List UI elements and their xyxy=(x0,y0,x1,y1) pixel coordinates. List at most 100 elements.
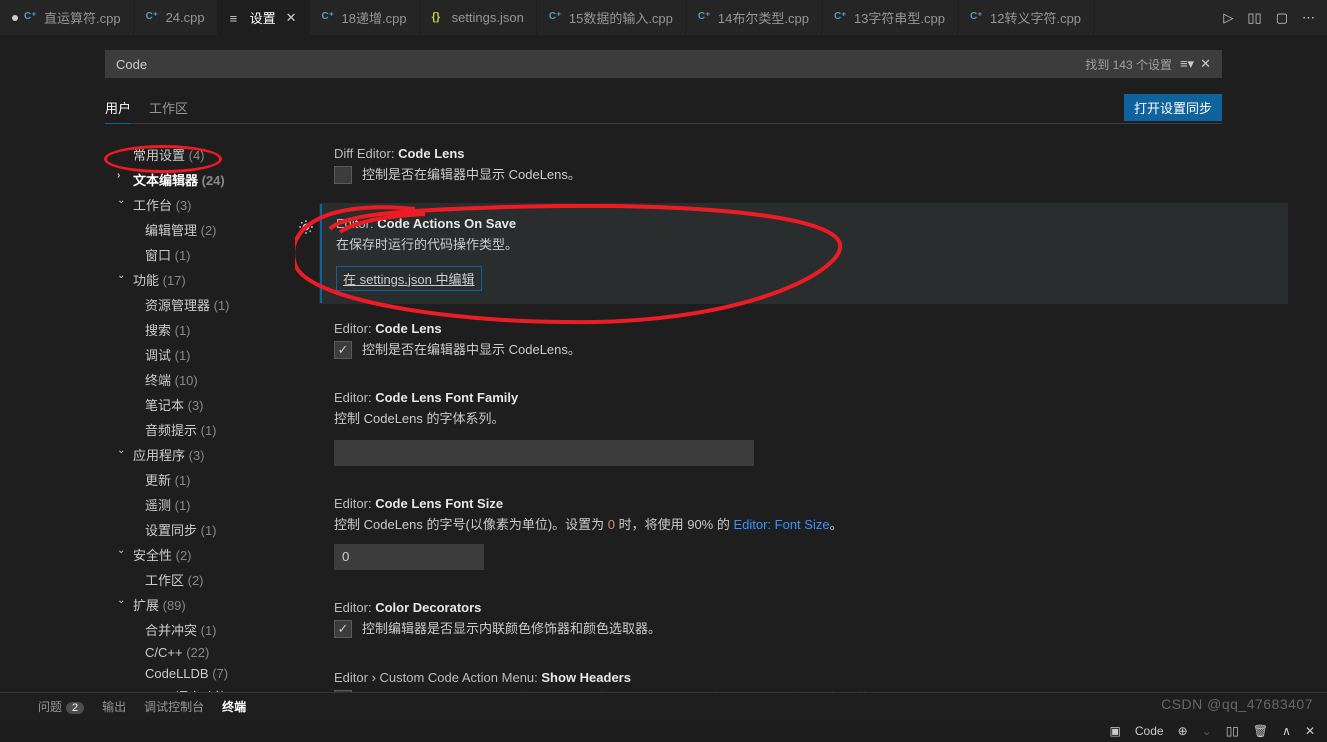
toc-item[interactable]: ⌄安全性 (2) xyxy=(105,542,295,567)
close-icon[interactable]: ✕ xyxy=(286,10,297,26)
tab-15[interactable]: C⁺ 15数据的输入.cpp xyxy=(537,0,686,35)
scope-workspace[interactable]: 工作区 xyxy=(149,92,188,123)
chevron-icon: ⌄ xyxy=(117,445,125,456)
panel-problems[interactable]: 问题2 xyxy=(38,698,84,715)
setting-description: 控制编辑器是否显示内联颜色修饰器和颜色选取器。 xyxy=(362,619,661,640)
toc-item[interactable]: ⌄应用程序 (3) xyxy=(105,442,295,467)
layout-icon[interactable]: ▢ xyxy=(1276,10,1288,26)
toc-count: (7) xyxy=(212,666,228,681)
panel-debug-console[interactable]: 调试控制台 xyxy=(144,698,204,715)
open-settings-sync-button[interactable]: 打开设置同步 xyxy=(1124,94,1222,121)
tab-24[interactable]: C⁺ 24.cpp xyxy=(134,0,218,35)
toc-label: 遥测 xyxy=(145,498,175,513)
more-icon[interactable]: ⋯ xyxy=(1302,10,1315,26)
toc-count: (4) xyxy=(189,148,205,163)
toc-item[interactable]: 笔记本 (3) xyxy=(105,392,295,417)
setting-title: Editor: Code Lens xyxy=(334,321,1273,336)
toc-item[interactable]: 设置同步 (1) xyxy=(105,517,295,542)
toc-label: 常用设置 xyxy=(133,148,189,163)
toc-item[interactable]: 调试 (1) xyxy=(105,342,295,367)
toc-item[interactable]: 更新 (1) xyxy=(105,467,295,492)
status-split[interactable]: ▯▯ xyxy=(1226,724,1239,738)
toc-item[interactable]: ⌄功能 (17) xyxy=(105,267,295,292)
toc-count: (2) xyxy=(201,223,217,238)
status-maximize[interactable]: ∧ xyxy=(1282,724,1291,738)
setting-code-actions-on-save: Editor: Code Actions On Save 在保存时运行的代码操作… xyxy=(320,204,1287,303)
toc-count: (3) xyxy=(188,398,204,413)
gear-icon[interactable] xyxy=(297,218,315,236)
split-icon[interactable]: ▯▯ xyxy=(1247,10,1261,26)
toc-label: 窗口 xyxy=(145,248,175,263)
checkbox[interactable] xyxy=(334,620,352,638)
setting-description: 在保存时运行的代码操作类型。 xyxy=(336,235,1273,256)
toc-item[interactable]: CodeLLDB (7) xyxy=(105,663,295,684)
search-input[interactable] xyxy=(116,57,1085,72)
tab-14[interactable]: C⁺ 14布尔类型.cpp xyxy=(686,0,822,35)
chevron-icon: ⌄ xyxy=(117,270,125,281)
panel-terminal[interactable]: 终端 xyxy=(222,698,246,715)
toc-item[interactable]: ›文本编辑器 (24) xyxy=(105,167,295,192)
toc-item[interactable]: ⌄CSS 语言功能 (5) xyxy=(105,684,295,692)
setting-code-lens-font-size: Editor: Code Lens Font Size 控制 CodeLens … xyxy=(320,484,1287,582)
edit-in-settings-json[interactable]: 在 settings.json 中编辑 xyxy=(336,266,482,291)
toc-item[interactable]: 常用设置 (4) xyxy=(105,142,295,167)
status-close[interactable]: ✕ xyxy=(1305,724,1315,738)
editor-tabs: C⁺ 直运算符.cpp C⁺ 24.cpp ≡ 设置 ✕ C⁺ 18递增.cpp… xyxy=(0,0,1327,35)
toc-item[interactable]: 遥测 (1) xyxy=(105,492,295,517)
toc-count: (1) xyxy=(201,623,217,638)
panel-output[interactable]: 输出 xyxy=(102,698,126,715)
settings-list[interactable]: Diff Editor: Code Lens 控制是否在编辑器中显示 CodeL… xyxy=(295,134,1327,692)
toc-item[interactable]: 搜索 (1) xyxy=(105,317,295,342)
toc-item[interactable]: ⌄工作台 (3) xyxy=(105,192,295,217)
font-size-link[interactable]: Editor: Font Size xyxy=(733,517,829,532)
checkbox[interactable] xyxy=(334,341,352,359)
toc-item[interactable]: 窗口 (1) xyxy=(105,242,295,267)
status-lang-icon[interactable]: ▣ xyxy=(1110,724,1121,738)
font-size-input[interactable] xyxy=(334,544,484,570)
toc-label: 编辑管理 xyxy=(145,223,201,238)
toc-count: (2) xyxy=(188,573,204,588)
settings-scope-tabs: 用户 工作区 打开设置同步 xyxy=(105,92,1222,124)
status-lang[interactable]: Code xyxy=(1135,724,1164,738)
problems-badge: 2 xyxy=(66,702,84,714)
settings-search[interactable]: 找到 143 个设置 ≡▾ ✕ xyxy=(105,50,1222,78)
scope-user[interactable]: 用户 xyxy=(105,92,131,124)
settings-toc[interactable]: 常用设置 (4)›文本编辑器 (24)⌄工作台 (3)编辑管理 (2)窗口 (1… xyxy=(105,134,295,692)
toc-count: (1) xyxy=(214,298,230,313)
toc-item[interactable]: C/C++ (22) xyxy=(105,642,295,663)
status-bar: ▣ Code ⊕ ⌄ ▯▯ 🗑 ∧ ✕ xyxy=(0,720,1327,742)
tab-settings-json[interactable]: {} settings.json xyxy=(420,0,537,35)
toc-item[interactable]: 工作区 (2) xyxy=(105,567,295,592)
tab-label: 15数据的输入.cpp xyxy=(569,8,673,27)
toc-count: (5) xyxy=(231,690,247,692)
status-trash[interactable]: 🗑 xyxy=(1253,724,1268,738)
toc-label: 笔记本 xyxy=(145,398,188,413)
toc-label: C/C++ xyxy=(145,645,186,660)
toc-item[interactable]: ⌄扩展 (89) xyxy=(105,592,295,617)
clear-search-icon[interactable]: ✕ xyxy=(1200,56,1211,72)
dirty-indicator xyxy=(12,15,18,21)
toc-item[interactable]: 音频提示 (1) xyxy=(105,417,295,442)
toc-count: (1) xyxy=(201,423,217,438)
setting-title: Editor: Code Lens Font Family xyxy=(334,390,1273,405)
tab-18[interactable]: C⁺ 18递增.cpp xyxy=(310,0,420,35)
tab-13[interactable]: C⁺ 13字符串型.cpp xyxy=(822,0,958,35)
json-icon: {} xyxy=(432,11,446,25)
tab-zhiyunsuanfu[interactable]: C⁺ 直运算符.cpp xyxy=(0,0,134,35)
toc-item[interactable]: 终端 (10) xyxy=(105,367,295,392)
cpp-icon: C⁺ xyxy=(24,11,38,25)
checkbox[interactable] xyxy=(334,690,352,692)
toc-label: 设置同步 xyxy=(145,523,201,538)
status-new-terminal[interactable]: ⊕ xyxy=(1178,724,1188,738)
edit-link[interactable]: 在 settings.json 中编辑 xyxy=(343,272,475,287)
toc-item[interactable]: 资源管理器 (1) xyxy=(105,292,295,317)
tab-settings[interactable]: ≡ 设置 ✕ xyxy=(218,0,310,35)
filter-icon[interactable]: ≡▾ xyxy=(1180,56,1194,72)
toc-item[interactable]: 编辑管理 (2) xyxy=(105,217,295,242)
font-family-input[interactable] xyxy=(334,440,754,466)
toc-item[interactable]: 合并冲突 (1) xyxy=(105,617,295,642)
cpp-icon: C⁺ xyxy=(146,11,160,25)
checkbox[interactable] xyxy=(334,166,352,184)
run-icon[interactable]: ▷ xyxy=(1223,10,1233,26)
tab-12[interactable]: C⁺ 12转义字符.cpp xyxy=(958,0,1094,35)
